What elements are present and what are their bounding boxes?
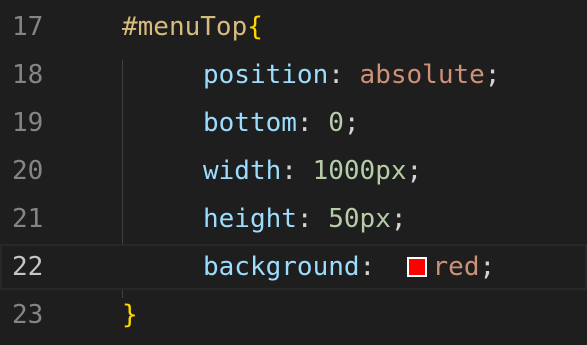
code-text: position: absolute; [203,52,500,98]
line-number: 22 [12,252,44,282]
code-text: #menuTop{ [122,4,263,50]
current-code-line[interactable]: 22 background: red; [0,244,587,290]
css-property: background [203,252,360,282]
code-text: bottom: 0; [203,100,360,146]
css-property: bottom [203,108,297,138]
code-line[interactable]: 20 width: 1000px; [0,148,587,194]
code-text: background: red; [203,244,495,290]
semicolon: ; [406,156,423,186]
colon: : [359,252,376,282]
line-number: 21 [12,204,44,234]
line-number: 18 [12,60,44,90]
semicolon: ; [343,108,360,138]
css-property: height [203,204,297,234]
code-line[interactable]: 17 #menuTop{ [0,4,587,50]
css-value: red [432,252,480,282]
css-value: 50 [328,204,360,234]
close-brace: } [122,300,138,330]
color-swatch-icon[interactable] [406,257,427,277]
code-line[interactable]: 18 position: absolute; [0,52,587,98]
css-property: width [203,156,282,186]
code-text: height: 50px; [203,196,407,242]
colon: : [281,156,297,186]
css-unit: px [375,156,407,186]
css-value: absolute [359,60,485,90]
colon: : [296,108,313,138]
line-number: 19 [12,108,44,138]
line-number: 17 [12,12,44,42]
semicolon: ; [479,252,496,282]
code-editor[interactable]: 17 #menuTop{ 18 position: absolute; 19 b… [0,0,587,345]
colon: : [328,60,344,90]
line-number: 23 [12,300,44,330]
css-unit: px [359,204,391,234]
open-brace: { [247,12,263,42]
code-line[interactable]: 23 } [0,292,587,338]
code-text: } [122,292,138,338]
css-selector: #menuTop [122,12,248,42]
line-number: 20 [12,156,44,186]
semicolon: ; [390,204,407,234]
semicolon: ; [484,60,501,90]
css-value: 0 [328,108,344,138]
code-line[interactable]: 21 height: 50px; [0,196,587,242]
code-text: width: 1000px; [203,148,422,194]
code-line[interactable]: 19 bottom: 0; [0,100,587,146]
css-property: position [203,60,329,90]
css-value: 1000 [312,156,376,186]
colon: : [296,204,313,234]
